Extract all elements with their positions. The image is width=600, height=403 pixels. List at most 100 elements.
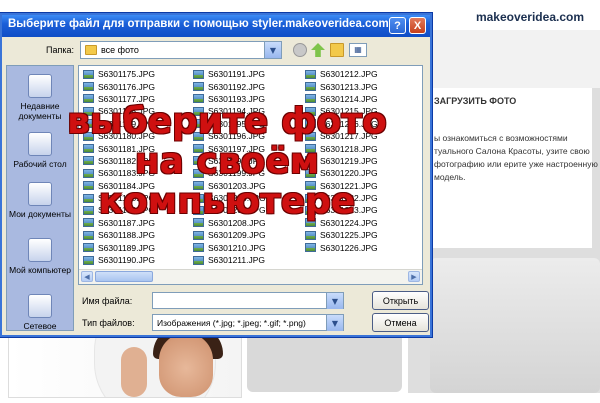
image-file-icon	[193, 69, 204, 79]
places-bar: Недавние документы Рабочий стол Мои доку…	[6, 65, 74, 331]
file-item[interactable]: S6301177.JPG	[83, 93, 193, 105]
file-item[interactable]: S6301196.JPG	[193, 130, 303, 142]
file-item[interactable]: S6301185.JPG	[83, 192, 193, 204]
top-strip	[432, 30, 600, 88]
scroll-left-icon[interactable]: ◀	[81, 271, 93, 282]
views-menu-icon[interactable]: ▦	[349, 43, 367, 57]
filename-input[interactable]: ▼	[152, 292, 344, 309]
scrollbar-thumb[interactable]	[95, 271, 153, 282]
filetype-label: Тип файлов:	[82, 318, 135, 328]
open-button[interactable]: Открыть	[372, 291, 429, 310]
horizontal-scrollbar[interactable]: ◀ ▶	[79, 269, 422, 284]
place-recent-documents[interactable]: Недавние документы	[7, 74, 73, 121]
chevron-down-icon[interactable]: ▼	[264, 42, 281, 58]
file-item[interactable]: S6301213.JPG	[305, 80, 415, 92]
file-item[interactable]: S6301192.JPG	[193, 80, 303, 92]
upload-panel-text: ы ознакомиться с возможностями туального…	[434, 133, 598, 182]
up-folder-icon[interactable]	[311, 43, 325, 57]
file-item[interactable]: S6301217.JPG	[305, 130, 415, 142]
file-name: S6301218.JPG	[320, 143, 378, 154]
file-item[interactable]: S6301198.JPG	[193, 155, 303, 167]
file-item[interactable]: S6301180.JPG	[83, 130, 193, 142]
dialog-title: Выберите файл для отправки с помощью sty…	[8, 18, 389, 30]
file-item[interactable]: S6301188.JPG	[83, 229, 193, 241]
file-item[interactable]: S6301223.JPG	[305, 204, 415, 216]
file-item[interactable]: S6301176.JPG	[83, 80, 193, 92]
place-network[interactable]: Сетевое	[7, 294, 73, 331]
close-button[interactable]: X	[409, 17, 426, 34]
file-item[interactable]: S6301203.JPG	[193, 180, 303, 192]
file-item[interactable]: S6301199.JPG	[193, 167, 303, 179]
help-button[interactable]: ?	[389, 17, 406, 34]
dialog-titlebar[interactable]: Выберите файл для отправки с помощью sty…	[2, 15, 430, 37]
file-item[interactable]: S6301221.JPG	[305, 180, 415, 192]
image-file-icon	[193, 193, 204, 203]
cancel-button[interactable]: Отмена	[372, 313, 429, 332]
file-item[interactable]: S6301187.JPG	[83, 217, 193, 229]
image-file-icon	[305, 82, 316, 92]
file-name: S6301186.JPG	[98, 205, 156, 216]
place-desktop[interactable]: Рабочий стол	[7, 132, 73, 169]
file-item[interactable]: S6301214.JPG	[305, 93, 415, 105]
file-item[interactable]: S6301190.JPG	[83, 254, 193, 266]
chevron-down-icon[interactable]: ▼	[326, 315, 343, 331]
file-item[interactable]: S6301189.JPG	[83, 241, 193, 253]
back-icon[interactable]	[293, 43, 307, 57]
scroll-right-icon[interactable]: ▶	[408, 271, 420, 282]
image-file-icon	[193, 230, 204, 240]
file-item[interactable]: S6301218.JPG	[305, 142, 415, 154]
file-item[interactable]: S6301215.JPG	[305, 105, 415, 117]
site-logo[interactable]: makeoveridea.com	[476, 10, 584, 24]
file-column-2: S6301191.JPG S6301192.JPG S6301193.JPG S630…	[193, 68, 303, 266]
file-item[interactable]: S6301178.JPG	[83, 105, 193, 117]
image-file-icon	[193, 119, 204, 129]
file-item[interactable]: S6301209.JPG	[193, 229, 303, 241]
file-item[interactable]: S6301194.JPG	[193, 105, 303, 117]
image-file-icon	[193, 181, 204, 191]
file-item[interactable]: S6301181.JPG	[83, 142, 193, 154]
image-file-icon	[83, 193, 94, 203]
file-item[interactable]: S6301182.JPG	[83, 155, 193, 167]
file-item[interactable]: S6301222.JPG	[305, 192, 415, 204]
file-item[interactable]: S6301216.JPG	[305, 118, 415, 130]
file-item[interactable]: S6301219.JPG	[305, 155, 415, 167]
image-file-icon	[193, 255, 204, 265]
file-item[interactable]: S6301207.JPG	[193, 204, 303, 216]
file-item[interactable]: S6301184.JPG	[83, 180, 193, 192]
file-name: S6301206.JPG	[208, 193, 266, 204]
file-name: S6301224.JPG	[320, 217, 378, 228]
new-folder-icon[interactable]	[330, 43, 344, 57]
file-item[interactable]: S6301225.JPG	[305, 229, 415, 241]
file-item[interactable]: S6301220.JPG	[305, 167, 415, 179]
file-item[interactable]: S6301186.JPG	[83, 204, 193, 216]
file-item[interactable]: S6301226.JPG	[305, 241, 415, 253]
file-name: S6301193.JPG	[208, 93, 266, 104]
file-name: S6301184.JPG	[98, 180, 156, 191]
image-file-icon	[83, 230, 94, 240]
file-item[interactable]: S6301191.JPG	[193, 68, 303, 80]
file-item[interactable]: S6301212.JPG	[305, 68, 415, 80]
place-my-computer[interactable]: Мой компьютер	[7, 238, 73, 275]
place-label: Недавние документы	[18, 101, 62, 121]
file-item[interactable]: S6301208.JPG	[193, 217, 303, 229]
image-file-icon	[83, 144, 94, 154]
file-name: S6301176.JPG	[98, 81, 156, 92]
file-item[interactable]: S6301224.JPG	[305, 217, 415, 229]
file-item[interactable]: S6301211.JPG	[193, 254, 303, 266]
file-item[interactable]: S6301197.JPG	[193, 142, 303, 154]
place-my-documents[interactable]: Мои документы	[7, 182, 73, 219]
file-item[interactable]: S6301175.JPG	[83, 68, 193, 80]
filetype-select[interactable]: Изображения (*.jpg; *.jpeg; *.gif; *.png…	[152, 314, 344, 331]
file-item[interactable]: S6301183.JPG	[83, 167, 193, 179]
folder-select[interactable]: все фото ▼	[80, 41, 282, 59]
file-item[interactable]: S6301195.JPG	[193, 118, 303, 130]
image-file-icon	[193, 205, 204, 215]
file-name: S6301191.JPG	[208, 69, 266, 80]
file-item[interactable]: S6301210.JPG	[193, 241, 303, 253]
chevron-down-icon[interactable]: ▼	[326, 293, 343, 309]
file-item[interactable]: S6301193.JPG	[193, 93, 303, 105]
image-file-icon	[193, 82, 204, 92]
file-item[interactable]: S6301206.JPG	[193, 192, 303, 204]
file-list[interactable]: S6301175.JPG S6301176.JPG S6301177.JPG S630…	[78, 65, 423, 285]
file-item[interactable]: S6301179.JPG	[83, 118, 193, 130]
